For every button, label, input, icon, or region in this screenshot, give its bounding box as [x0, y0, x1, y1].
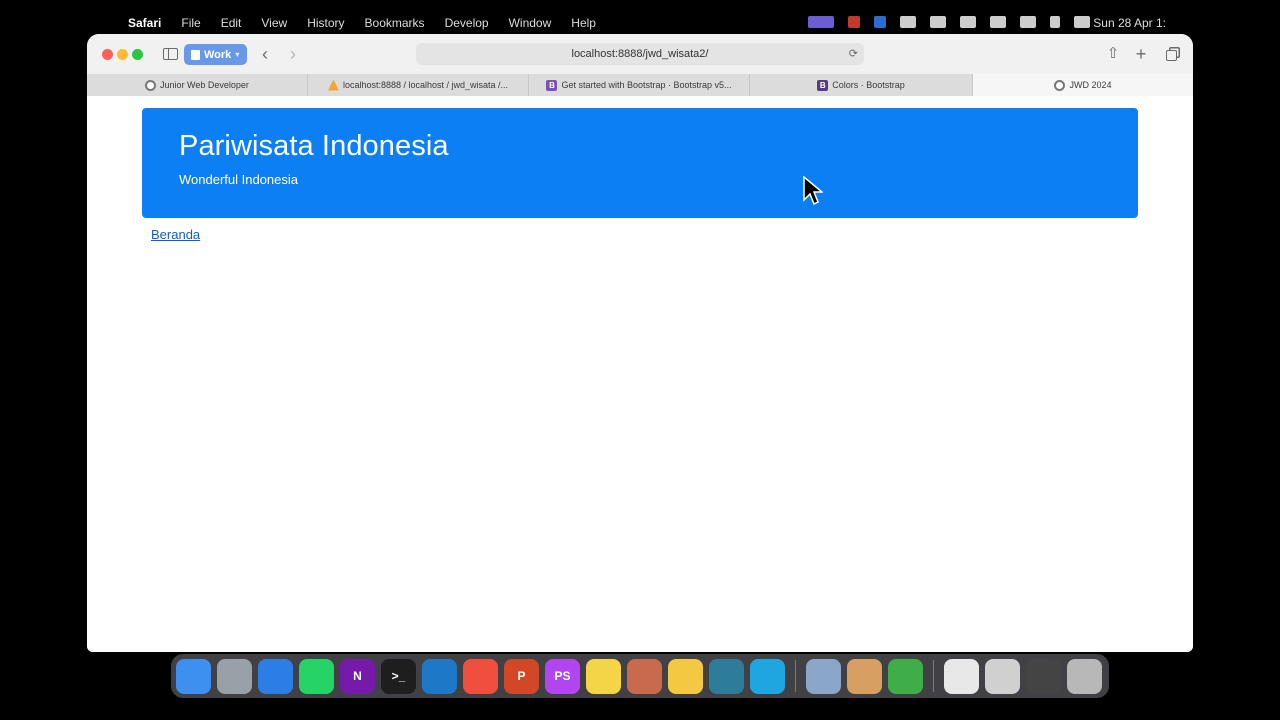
- menu-bookmarks[interactable]: Bookmarks: [365, 16, 425, 30]
- dock-separator: [933, 660, 934, 692]
- tab-label: Get started with Bootstrap · Bootstrap v…: [561, 80, 732, 90]
- menu-file[interactable]: File: [181, 16, 200, 30]
- sidebar-toggle-icon[interactable]: [160, 44, 180, 64]
- edge-icon[interactable]: [750, 658, 785, 694]
- tab-bootstrap-get-started[interactable]: B Get started with Bootstrap · Bootstrap…: [529, 74, 750, 96]
- dock-separator: [795, 660, 796, 692]
- tab-bootstrap-colors[interactable]: B Colors · Bootstrap: [750, 74, 973, 96]
- camtasia-icon[interactable]: [888, 658, 923, 694]
- tab-jwd-2024-active[interactable]: JWD 2024: [973, 74, 1193, 96]
- menubar-status-icons: [808, 16, 1090, 28]
- folder-window-icon[interactable]: [985, 658, 1020, 694]
- tab-label: localhost:8888 / localhost / jwd_wisata …: [342, 80, 509, 90]
- menu-view[interactable]: View: [261, 16, 287, 30]
- whatsapp-icon[interactable]: [299, 658, 334, 694]
- hero-banner: Pariwisata Indonesia Wonderful Indonesia: [142, 108, 1138, 218]
- onenote-icon[interactable]: N: [340, 658, 375, 694]
- bootstrap-icon: B: [817, 79, 829, 91]
- web-page-viewport: Pariwisata Indonesia Wonderful Indonesia…: [87, 96, 1193, 652]
- profile-switcher[interactable]: Work ▾: [184, 44, 247, 65]
- back-arrow-icon[interactable]: ‹: [255, 44, 275, 64]
- mouse-cursor-icon: [803, 176, 823, 206]
- tab-label: JWD 2024: [1069, 80, 1112, 90]
- powerpoint-icon[interactable]: P: [504, 658, 539, 694]
- menu-history[interactable]: History: [307, 16, 344, 30]
- tab-phpmyadmin[interactable]: localhost:8888 / localhost / jwd_wisata …: [308, 74, 529, 96]
- browser-toolbar: Work ▾ ‹ › localhost:8888/jwd_wisata2/ ⟳…: [87, 34, 1193, 74]
- terminal-icon[interactable]: >_: [381, 658, 416, 694]
- display-icon[interactable]: [900, 16, 916, 28]
- zoom-window-button[interactable]: [132, 49, 143, 60]
- finder-icon[interactable]: [176, 658, 211, 694]
- document-icon[interactable]: [944, 658, 979, 694]
- menubar-clock[interactable]: Sun 28 Apr 1:: [1093, 16, 1166, 30]
- address-bar[interactable]: localhost:8888/jwd_wisata2/ ⟳: [416, 43, 864, 65]
- wifi-icon[interactable]: [1020, 16, 1036, 28]
- menu-help[interactable]: Help: [571, 16, 596, 30]
- vscode-icon[interactable]: [422, 658, 457, 694]
- github-icon: [1054, 79, 1066, 91]
- menu-develop[interactable]: Develop: [445, 16, 489, 30]
- address-url: localhost:8888/jwd_wisata2/: [571, 48, 709, 60]
- screen-recorder-icon[interactable]: [1026, 658, 1061, 694]
- phpstorm-icon[interactable]: PS: [545, 658, 580, 694]
- bootstrap-icon: B: [546, 79, 558, 91]
- spotlight-search-icon[interactable]: [1050, 16, 1060, 28]
- mammoth-icon[interactable]: [709, 658, 744, 694]
- share-icon[interactable]: ⇧: [1103, 44, 1123, 64]
- menu-edit[interactable]: Edit: [221, 16, 242, 30]
- page-title: Pariwisata Indonesia: [179, 130, 449, 162]
- tab-bar: Junior Web Developer localhost:8888 / lo…: [87, 74, 1193, 96]
- tab-junior-web-developer[interactable]: Junior Web Developer: [87, 74, 308, 96]
- preview-icon[interactable]: [806, 658, 841, 694]
- safari-icon[interactable]: [258, 658, 293, 694]
- affinity-icon[interactable]: [627, 658, 662, 694]
- tab-label: Colors · Bootstrap: [832, 80, 905, 90]
- nav-link-beranda[interactable]: Beranda: [151, 227, 200, 242]
- close-window-button[interactable]: [102, 49, 113, 60]
- status-app-icon[interactable]: [874, 16, 886, 28]
- record-icon[interactable]: [848, 16, 860, 28]
- chevron-down-icon: ▾: [235, 50, 240, 59]
- shell-app-icon[interactable]: [668, 658, 703, 694]
- tab-label: Junior Web Developer: [160, 80, 249, 90]
- building-icon: [191, 49, 200, 60]
- macos-menubar: Safari File Edit View History Bookmarks …: [0, 0, 1280, 30]
- pen-app-icon[interactable]: [463, 658, 498, 694]
- minimize-window-button[interactable]: [117, 49, 128, 60]
- menu-app-name[interactable]: Safari: [128, 16, 161, 30]
- archive-icon[interactable]: [847, 658, 882, 694]
- trash-icon[interactable]: [1067, 658, 1102, 694]
- new-tab-icon[interactable]: +: [1131, 44, 1151, 64]
- reload-icon[interactable]: ⟳: [849, 43, 858, 65]
- volume-icon[interactable]: [930, 16, 946, 28]
- launchpad-icon[interactable]: [217, 658, 252, 694]
- menu-window[interactable]: Window: [509, 16, 552, 30]
- menubar-menu: Safari File Edit View History Bookmarks …: [128, 16, 616, 30]
- phpmyadmin-icon: [327, 79, 339, 91]
- tab-overview-icon[interactable]: [1161, 44, 1181, 64]
- user-icon[interactable]: [960, 16, 976, 28]
- profile-label: Work: [204, 48, 232, 61]
- forward-arrow-icon[interactable]: ›: [283, 44, 303, 64]
- page-subtitle: Wonderful Indonesia: [179, 172, 299, 187]
- battery-icon[interactable]: [990, 16, 1006, 28]
- status-app-icon[interactable]: [808, 16, 834, 28]
- macos-dock: N >_ P PS: [171, 654, 1109, 698]
- github-icon: [145, 79, 157, 91]
- notes-icon[interactable]: [586, 658, 621, 694]
- safari-window: Work ▾ ‹ › localhost:8888/jwd_wisata2/ ⟳…: [87, 34, 1193, 652]
- control-center-icon[interactable]: [1074, 16, 1090, 28]
